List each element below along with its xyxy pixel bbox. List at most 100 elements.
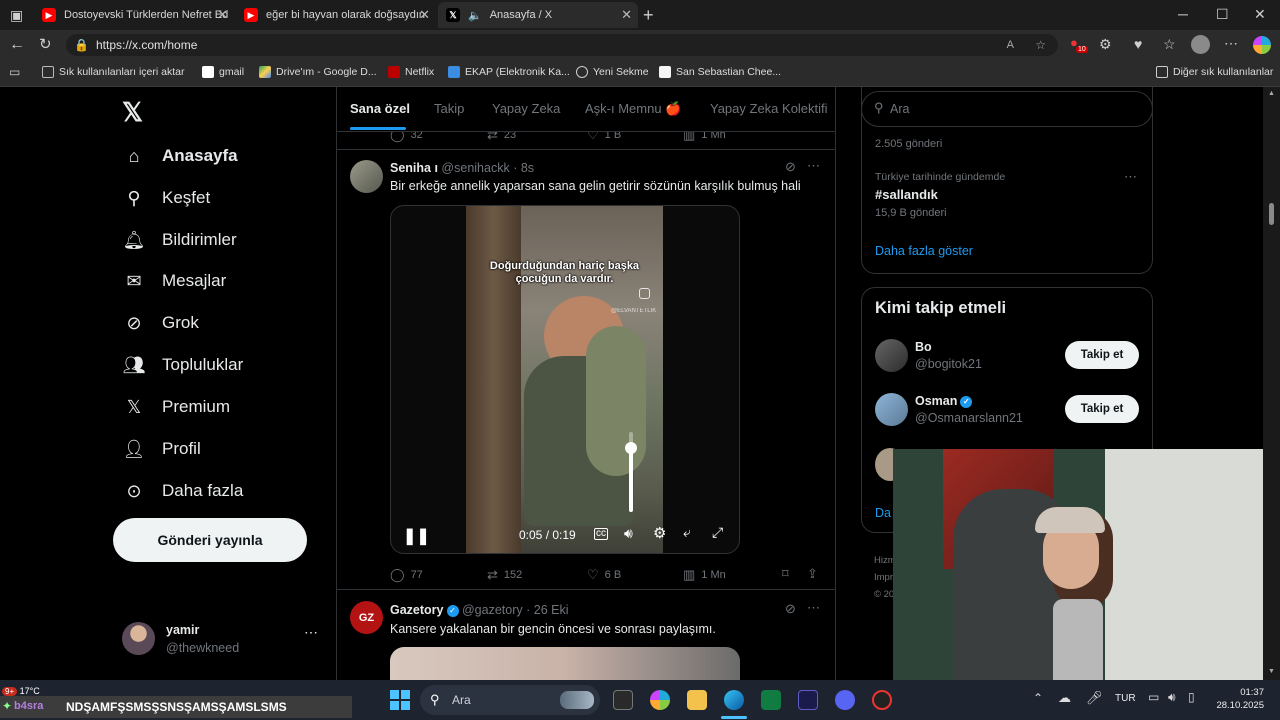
suggestion-name[interactable]: Bo — [915, 340, 932, 354]
favorite-star-icon[interactable]: ☆ — [1035, 34, 1046, 56]
captions-icon[interactable]: cc — [594, 528, 608, 540]
bookmark-import[interactable]: Sık kullanılanları içeri aktar — [42, 66, 184, 78]
author-name[interactable]: Seniha ı — [390, 161, 438, 175]
volume-knob[interactable] — [625, 442, 637, 454]
avatar[interactable] — [875, 339, 908, 372]
task-view-icon[interactable] — [613, 690, 633, 710]
network-icon[interactable]: ▭ — [1148, 690, 1159, 704]
weather-widget[interactable]: 9+ 17°C — [2, 686, 40, 696]
more-dots-icon[interactable]: ⋯ — [807, 158, 820, 174]
refresh-icon[interactable]: ↻ — [39, 37, 52, 52]
avatar[interactable]: GZ — [350, 601, 383, 634]
author-handle[interactable]: @senihackk — [441, 161, 509, 175]
scroll-down-icon[interactable]: ▼ — [1268, 668, 1275, 675]
favorites-icon[interactable]: ☆ — [1163, 37, 1176, 51]
microphone-icon[interactable]: 🎤︎ — [1086, 690, 1103, 706]
settings-more-icon[interactable]: ⋯ — [1224, 36, 1238, 50]
bookmark-netflix[interactable]: Netflix — [388, 66, 434, 78]
tab-for-you[interactable]: Sana özel — [350, 101, 410, 116]
follow-button[interactable]: Takip et — [1065, 341, 1139, 369]
fullscreen-icon[interactable]: ⤢ — [712, 524, 723, 541]
pip-icon[interactable]: ⤶ — [683, 524, 691, 541]
copilot-icon[interactable] — [650, 690, 670, 710]
volume-slider[interactable] — [625, 432, 637, 512]
sidebar-item-profile[interactable]: 👤︎ Profil — [122, 437, 201, 461]
new-tab-icon[interactable]: + — [643, 6, 654, 24]
battery-icon[interactable]: ▯ — [1188, 690, 1195, 704]
scroll-up-icon[interactable]: ▲ — [1268, 90, 1275, 97]
bookmark-cheesecake[interactable]: San Sebastian Chee... — [659, 66, 781, 78]
grok-explain-icon[interactable]: ⊘ — [785, 601, 796, 617]
reply-button[interactable]: ◯ 77 — [390, 567, 423, 583]
share-button[interactable]: ⇪ — [807, 566, 824, 582]
scrollbar[interactable]: ▲ ▼ — [1263, 87, 1280, 680]
xbox-icon[interactable] — [761, 690, 781, 710]
cloud-icon[interactable]: ☁ — [1058, 690, 1071, 706]
tab-following[interactable]: Takip — [434, 101, 464, 116]
like-button[interactable]: ♡ 1 B — [587, 132, 621, 143]
retweet-button[interactable]: ⇄ 23 — [487, 132, 516, 143]
read-aloud-icon[interactable]: A — [1007, 34, 1014, 56]
avatar[interactable] — [875, 393, 908, 426]
tab-ask-i-memnu[interactable]: Aşk-ı Memnu 🍎 — [585, 101, 681, 117]
bookmark-other[interactable]: Diğer sık kullanılanlar — [1156, 66, 1273, 78]
back-icon[interactable]: ← — [9, 37, 25, 53]
suggestion-handle[interactable]: @Osmanarslann21 — [915, 411, 1023, 425]
sidebar-item-premium[interactable]: 𝕏 Premium — [122, 395, 230, 419]
maximize-icon[interactable]: ☐ — [1216, 7, 1229, 21]
windows-start-icon[interactable] — [390, 690, 410, 710]
speaker-icon[interactable]: 🔈 — [468, 9, 482, 22]
tweet-media[interactable] — [390, 647, 740, 680]
more-dots-icon[interactable]: ⋯ — [304, 624, 318, 641]
close-icon[interactable]: ✕ — [621, 7, 632, 23]
close-window-icon[interactable]: ✕ — [1254, 7, 1266, 21]
bookmark-new-tab[interactable]: Yeni Sekme — [576, 66, 649, 78]
settings-icon[interactable]: ⚙ — [653, 524, 666, 542]
bookmark-ekap[interactable]: EKAP (Elektronik Ka... — [448, 66, 570, 78]
author-handle[interactable]: @gazetory — [462, 603, 523, 617]
tab-actions-icon[interactable]: ▣ — [10, 8, 23, 22]
tweet-time[interactable]: 8s — [521, 161, 534, 175]
bookmark-gmail[interactable]: gmail — [202, 66, 244, 78]
edge-icon[interactable] — [724, 690, 744, 710]
views-button[interactable]: ▥ 1 Mn — [683, 132, 726, 143]
suggestion-name[interactable]: Osman — [915, 394, 957, 408]
extensions-puzzle-icon[interactable]: ⚙ — [1099, 37, 1112, 51]
sidebar-item-explore[interactable]: ⚲ Keşfet — [122, 186, 210, 210]
views-button[interactable]: ▥ 1 Mn — [683, 567, 726, 583]
app-icon-red[interactable] — [872, 690, 892, 710]
tweet[interactable]: GZ Gazetory ✓ @gazetory · 26 Eki ⊘ ⋯ Kans… — [337, 591, 835, 680]
sidebar-item-more[interactable]: ⊙ Daha fazla — [122, 479, 243, 503]
tweet[interactable]: Seniha ı @senihackk · 8s ⊘ ⋯ Bir erkeğe … — [337, 150, 835, 590]
sidebar-item-home[interactable]: ⌂ Anasayfa — [122, 144, 238, 168]
suggestion-handle[interactable]: @bogitok21 — [915, 357, 982, 371]
sidebar-item-grok[interactable]: ⊘ Grok — [122, 311, 198, 335]
author-name[interactable]: Gazetory — [390, 603, 444, 617]
trend-tag[interactable]: #sallandık — [875, 187, 938, 202]
profile-avatar-icon[interactable] — [1191, 35, 1210, 54]
tab-ai-collective[interactable]: Yapay Zeka Kolektifi — [710, 101, 828, 116]
grok-explain-icon[interactable]: ⊘ — [785, 159, 796, 175]
tab-youtube-2[interactable]: ▶ eğer bi hayvan olarak doğsaydın ✕ — [236, 2, 436, 28]
copilot-icon[interactable] — [1253, 36, 1271, 54]
x-logo-icon[interactable]: 𝕏 — [122, 97, 143, 128]
close-icon[interactable]: ✕ — [419, 7, 430, 23]
volume-icon[interactable]: 🔊︎ — [624, 525, 633, 542]
like-button[interactable]: ♡ 6 B — [587, 567, 621, 583]
discord-icon[interactable] — [835, 690, 855, 710]
tab-x-home[interactable]: 𝕏 🔈 Anasayfa / X ✕ — [438, 2, 638, 28]
volume-icon[interactable]: 🔊︎ — [1168, 690, 1176, 705]
clock[interactable]: 01:37 28.10.2025 — [1212, 686, 1264, 712]
post-button[interactable]: Gönderi yayınla — [113, 518, 307, 562]
show-more-link[interactable]: Da — [875, 506, 891, 520]
taskbar-search[interactable]: ⚲ Ara — [420, 685, 600, 715]
performance-icon[interactable]: ♥ — [1134, 37, 1142, 51]
app-icon[interactable] — [798, 690, 818, 710]
chevron-up-icon[interactable]: ⌃ — [1033, 691, 1043, 705]
more-dots-icon[interactable]: ⋯ — [1124, 169, 1137, 185]
bookmark-button[interactable]: ⌑ — [782, 566, 795, 582]
account-switcher[interactable]: yamir @thewkneed ⋯ — [110, 614, 328, 664]
scrollbar-thumb[interactable] — [1269, 203, 1274, 225]
reply-button[interactable]: ◯ 32 — [390, 132, 423, 143]
show-more-link[interactable]: Daha fazla göster — [875, 244, 973, 258]
